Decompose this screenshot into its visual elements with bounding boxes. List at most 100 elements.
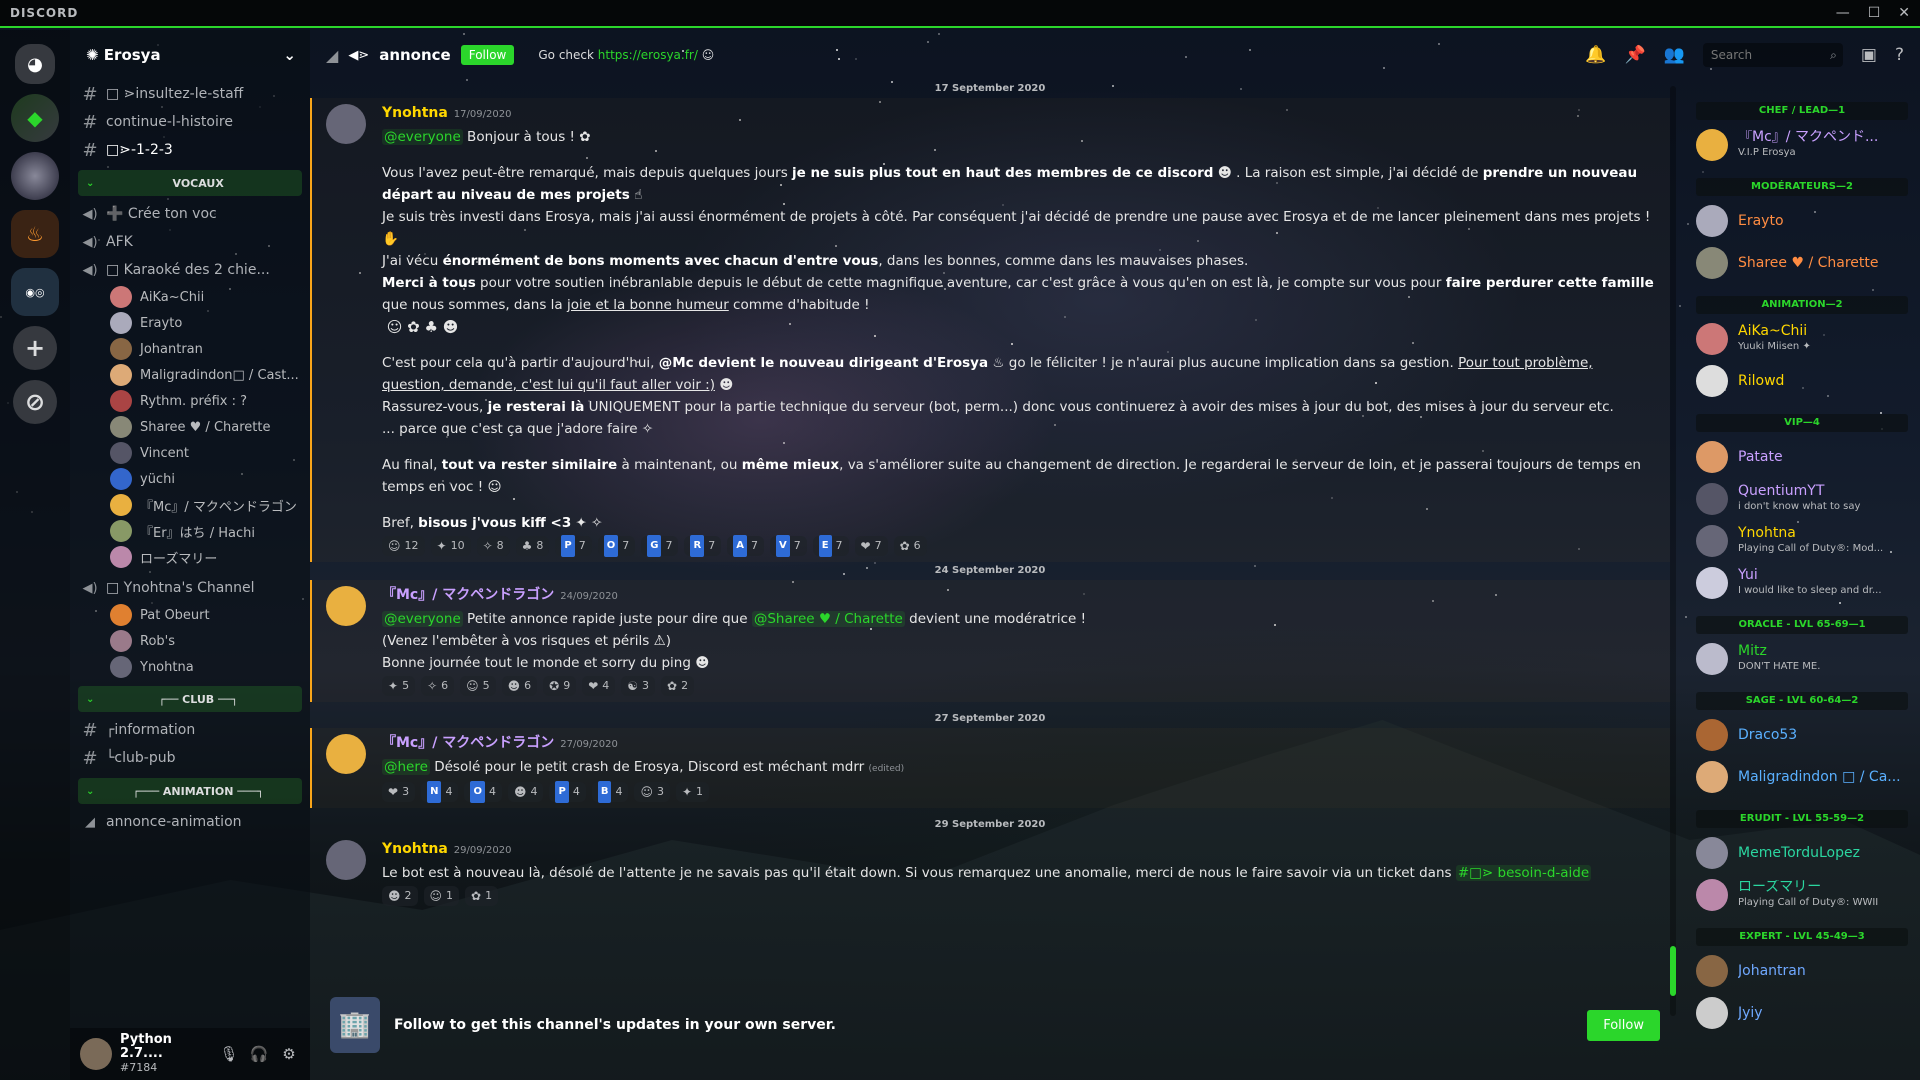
reaction[interactable]: ❤ 4 (582, 676, 616, 696)
server-icon[interactable]: ◆ (11, 94, 59, 142)
message-author[interactable]: 『Mc』/ マクペンドラゴン (382, 735, 554, 751)
voice-user[interactable]: Vincent (70, 440, 310, 466)
member-item[interactable]: Patate (1696, 436, 1908, 478)
mention[interactable]: @Sharee ♥ / Charette (751, 611, 905, 627)
microphone-icon[interactable]: 🎙 (218, 1045, 240, 1063)
voice-user[interactable]: Johantran (70, 336, 310, 362)
avatar[interactable] (326, 104, 366, 144)
reaction[interactable]: P7 (555, 535, 592, 557)
channel-item[interactable]: # └club-pub (70, 744, 310, 772)
member-item[interactable]: Sharee ♥ / Charette (1696, 242, 1908, 284)
reaction[interactable]: ✿ 6 (893, 536, 927, 556)
headphones-icon[interactable]: 🎧 (248, 1045, 270, 1063)
explore-servers-button[interactable]: ⊘ (13, 380, 57, 424)
voice-user[interactable]: yüchi (70, 466, 310, 492)
reaction[interactable]: ✪ 9 (543, 676, 577, 696)
member-item[interactable]: Erayto (1696, 200, 1908, 242)
member-item[interactable]: Mitz DON'T HATE ME. (1696, 638, 1908, 680)
member-item[interactable]: Jyiy (1696, 992, 1908, 1034)
mention[interactable]: @here (382, 759, 430, 775)
voice-user[interactable]: Sharee ♥ / Charette (70, 414, 310, 440)
server-icon[interactable] (11, 152, 59, 200)
reaction[interactable]: V7 (769, 535, 807, 557)
voice-channel[interactable]: ◀) □ Ynohtna's Channel (70, 574, 310, 602)
member-item[interactable]: ローズマリー Playing Call of Duty®: WWII (1696, 874, 1908, 916)
reaction[interactable]: ✿ 2 (661, 676, 695, 696)
voice-channel[interactable]: ◀) □ Karaoké des 2 chie... (70, 256, 310, 284)
help-icon[interactable]: ? (1895, 45, 1904, 65)
members-icon[interactable]: 👥 (1664, 45, 1685, 65)
voice-user[interactable]: Rythm. préfix : ? (70, 388, 310, 414)
member-item[interactable]: Draco53 (1696, 714, 1908, 756)
reaction[interactable]: A7 (727, 535, 764, 557)
minimize-icon[interactable]: — (1836, 5, 1850, 21)
channel-item[interactable]: # continue-l-histoire (70, 108, 310, 136)
reaction[interactable]: ☺ 5 (460, 676, 496, 696)
reaction[interactable]: ☻ 4 (507, 782, 544, 802)
member-item[interactable]: 『Mc』/ マクペンド... V.I.P Erosya (1696, 124, 1908, 166)
reaction[interactable]: ❤ 3 (382, 782, 416, 802)
home-button[interactable]: ◕ (15, 44, 55, 84)
member-item[interactable]: MemeTorduLopez (1696, 832, 1908, 874)
category-vocaux[interactable]: ⌄ VOCAUX (78, 170, 302, 196)
avatar[interactable] (80, 1038, 112, 1070)
voice-user[interactable]: Pat Obeurt (70, 602, 310, 628)
voice-channel[interactable]: ◀) ➕ Crée ton voc (70, 200, 310, 228)
member-item[interactable]: Johantran (1696, 950, 1908, 992)
scrollbar-thumb[interactable] (1670, 946, 1676, 996)
reaction[interactable]: ✦ 1 (675, 782, 710, 802)
voice-user[interactable]: AiKa~Chii (70, 284, 310, 310)
follow-badge-button[interactable]: Follow (460, 45, 515, 65)
inbox-icon[interactable]: ▣ (1861, 45, 1877, 65)
member-item[interactable]: Yui I would like to sleep and dr... (1696, 562, 1908, 604)
server-icon-erosya[interactable]: ♨ (11, 210, 59, 258)
voice-channel[interactable]: ◀) AFK (70, 228, 310, 256)
member-item[interactable]: Rilowd (1696, 360, 1908, 402)
category-club[interactable]: ⌄ ┌── CLUB ──┐ (78, 686, 302, 712)
avatar[interactable] (326, 586, 366, 626)
avatar[interactable] (326, 840, 366, 880)
reaction[interactable]: ☯ 3 (621, 676, 656, 696)
channel-item[interactable]: ◢ annonce-animation (70, 808, 310, 836)
reaction[interactable]: ✧ 8 (476, 536, 510, 556)
reaction[interactable]: ❤ 7 (854, 536, 888, 556)
member-item[interactable]: Ynohtna Playing Call of Duty®: Mod... (1696, 520, 1908, 562)
mention[interactable]: @everyone (382, 129, 463, 145)
topic-link[interactable]: https://erosya.fr/ (598, 48, 698, 62)
reaction[interactable]: ☺ 3 (634, 782, 670, 802)
add-server-button[interactable]: + (13, 326, 57, 370)
channel-mention[interactable]: #□⋗ besoin-d-aide (1455, 865, 1592, 881)
reaction[interactable]: B4 (591, 781, 629, 803)
member-item[interactable]: QuentiumYT i don't know what to say (1696, 478, 1908, 520)
reaction[interactable]: ☻ 6 (501, 676, 538, 696)
maximize-icon[interactable]: ☐ (1868, 5, 1881, 21)
mention[interactable]: @everyone (382, 611, 463, 627)
reaction[interactable]: ♣ 8 (515, 536, 550, 556)
message-author[interactable]: Ynohtna (382, 105, 448, 121)
chevron-down-icon[interactable]: ⌄ (283, 46, 296, 64)
reaction[interactable]: E7 (812, 535, 849, 557)
reaction[interactable]: ✦ 10 (430, 536, 471, 556)
category-animation[interactable]: ⌄ ┌─── ANIMATION ───┐ (78, 778, 302, 804)
reaction[interactable]: ☻ 2 (382, 886, 418, 906)
follow-button[interactable]: Follow (1587, 1009, 1660, 1041)
voice-user[interactable]: Rob's (70, 628, 310, 654)
reaction[interactable]: R7 (684, 535, 722, 557)
voice-user[interactable]: Ynohtna (70, 654, 310, 680)
avatar[interactable] (326, 734, 366, 774)
voice-user[interactable]: 『Er』はち / Hachi (70, 518, 310, 544)
close-icon[interactable]: ✕ (1898, 5, 1910, 21)
reaction[interactable]: ✦ 5 (382, 676, 416, 696)
reaction[interactable]: G7 (641, 535, 679, 557)
reaction[interactable]: O4 (464, 781, 502, 803)
channel-item[interactable]: # □⋗-1-2-3 (70, 136, 310, 164)
gear-icon[interactable]: ⚙ (278, 1045, 300, 1063)
reaction[interactable]: ✧ 6 (421, 676, 455, 696)
voice-user[interactable]: Erayto (70, 310, 310, 336)
channel-item[interactable]: # □ ⋗insultez-le-staff (70, 80, 310, 108)
server-header[interactable]: ✺ Erosya ⌄ (70, 30, 310, 80)
reaction[interactable]: ✿ 1 (465, 886, 499, 906)
voice-user[interactable]: 『Mc』/ マクペンドラゴン (70, 492, 310, 518)
server-folder[interactable]: ◉◎ (11, 268, 59, 316)
pin-icon[interactable]: 📌 (1625, 45, 1646, 65)
